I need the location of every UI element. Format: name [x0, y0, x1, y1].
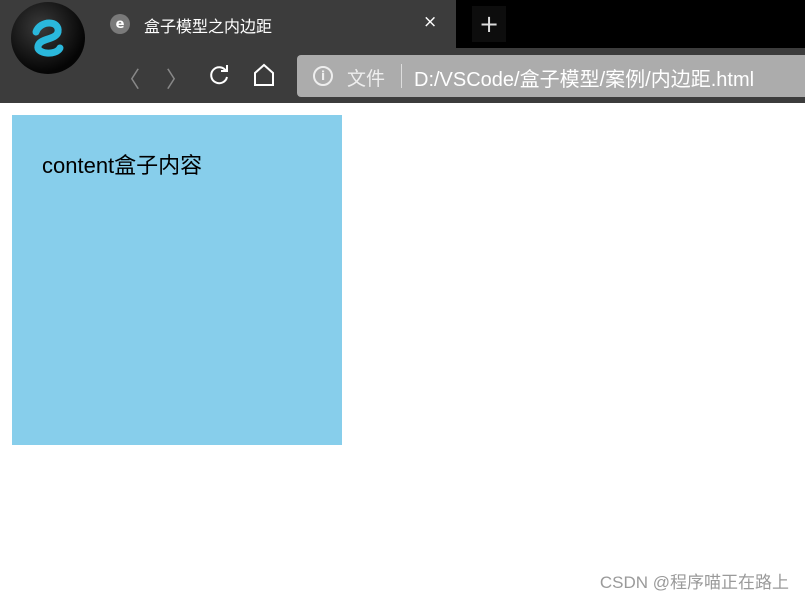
file-label: 文件 [347, 68, 386, 90]
home-button[interactable] [252, 63, 276, 93]
address-bar[interactable]: i 文件 D:/VSCode/盒子模型/案例/内边距.html [297, 55, 805, 97]
back-button[interactable]: 〈 [118, 62, 140, 94]
url-text[interactable]: D:/VSCode/盒子模型/案例/内边距.html [414, 63, 754, 92]
box-content-text: content盒子内容 [42, 153, 203, 178]
forward-button[interactable]: 〉 [166, 62, 188, 94]
edge-favicon-icon: e [110, 14, 130, 34]
divider [401, 64, 402, 88]
new-tab-button[interactable]: + [472, 6, 506, 42]
tab-title: 盒子模型之内边距 [144, 17, 273, 36]
refresh-button[interactable] [207, 63, 231, 93]
info-icon[interactable]: i [313, 66, 333, 86]
content-box: content盒子内容 [12, 115, 342, 445]
tab-close-button[interactable]: × [423, 12, 437, 32]
browser-logo-icon [11, 2, 85, 74]
watermark: CSDN @程序喵正在路上 [599, 573, 789, 592]
tab-bar: e 盒子模型之内边距 × + [0, 0, 805, 48]
